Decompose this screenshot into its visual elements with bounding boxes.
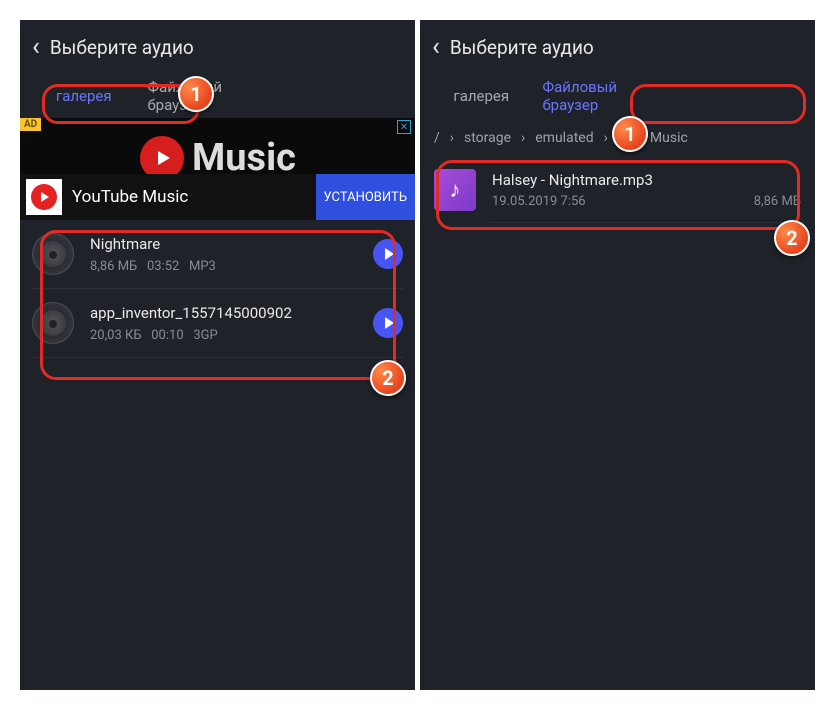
tab-file-browser[interactable]: Файловый браузер	[543, 74, 666, 118]
ad-close-icon[interactable]: ✕	[397, 120, 411, 134]
divider	[490, 222, 803, 223]
file-name: Halsey - Nightmare.mp3	[492, 171, 801, 189]
crumb: Music	[650, 130, 688, 146]
tab-browser-label: Файловый браузер	[148, 78, 276, 114]
file-meta: 19.05.2019 7:56 8,86 МБ	[492, 194, 801, 209]
music-file-icon: ♪	[434, 169, 476, 211]
ad-row: YouTube Music УСТАНОВИТЬ	[20, 174, 415, 220]
play-button[interactable]	[373, 239, 403, 269]
track-meta: 20,03 КБ 00:10 3GP	[90, 328, 373, 343]
phone-left: ‹ Выберите аудио галерея Файловый браузе…	[20, 20, 415, 690]
track-name: Nightmare	[90, 235, 373, 253]
track-info: Nightmare 8,86 МБ 03:52 MP3	[90, 235, 373, 274]
file-row[interactable]: ♪ Halsey - Nightmare.mp3 19.05.2019 7:56…	[420, 158, 815, 222]
tab-underline	[665, 74, 815, 118]
track-name: app_inventor_1557145000902	[90, 304, 373, 322]
crumb: emulated	[535, 130, 593, 146]
file-date: 19.05.2019 7:56	[492, 194, 586, 209]
breadcrumb[interactable]: /› storage› emulated› 0› Music	[420, 118, 815, 158]
header: ‹ Выберите аудио	[420, 20, 815, 74]
tab-file-browser[interactable]: Файловый браузер	[148, 74, 276, 118]
back-icon[interactable]: ‹	[432, 32, 440, 62]
youtube-app-icon	[26, 179, 62, 215]
header-title: Выберите аудио	[50, 36, 194, 59]
crumb: storage	[464, 130, 511, 146]
ad-label: AD	[20, 118, 41, 131]
tab-underline	[275, 74, 415, 118]
note-icon: ♪	[450, 177, 461, 203]
tab-browser-label: Файловый браузер	[543, 78, 666, 114]
play-button[interactable]	[373, 308, 403, 338]
tab-gallery-label: галерея	[56, 87, 112, 105]
callout-badge: 2	[370, 360, 406, 396]
tab-gallery[interactable]: галерея	[420, 74, 543, 118]
track-row[interactable]: Nightmare 8,86 МБ 03:52 MP3	[20, 220, 415, 288]
install-button[interactable]: УСТАНОВИТЬ	[316, 174, 415, 220]
install-label: УСТАНОВИТЬ	[324, 190, 407, 205]
track-row[interactable]: app_inventor_1557145000902 20,03 КБ 00:1…	[20, 289, 415, 357]
back-icon[interactable]: ‹	[32, 32, 40, 62]
file-info: Halsey - Nightmare.mp3 19.05.2019 7:56 8…	[492, 171, 801, 209]
header: ‹ Выберите аудио	[20, 20, 415, 74]
ad-banner[interactable]: AD ✕ Music YouTube Music УСТАНОВИТЬ	[20, 118, 415, 220]
divider	[32, 357, 403, 358]
disc-icon	[32, 302, 74, 344]
track-meta: 8,86 МБ 03:52 MP3	[90, 259, 373, 274]
file-size: 8,86 МБ	[754, 194, 801, 209]
callout-badge: 2	[774, 220, 810, 256]
disc-icon	[32, 233, 74, 275]
phone-right: ‹ Выберите аудио галерея Файловый браузе…	[420, 20, 815, 690]
header-title: Выберите аудио	[450, 36, 594, 59]
tabs: галерея Файловый браузер	[420, 74, 815, 118]
ad-app-name: YouTube Music	[72, 187, 316, 207]
tabs: галерея Файловый браузер	[20, 74, 415, 118]
tab-gallery[interactable]: галерея	[20, 74, 148, 118]
crumb: /	[434, 130, 440, 146]
crumb: 0	[618, 130, 626, 146]
tab-gallery-label: галерея	[453, 87, 509, 105]
track-info: app_inventor_1557145000902 20,03 КБ 00:1…	[90, 304, 373, 343]
